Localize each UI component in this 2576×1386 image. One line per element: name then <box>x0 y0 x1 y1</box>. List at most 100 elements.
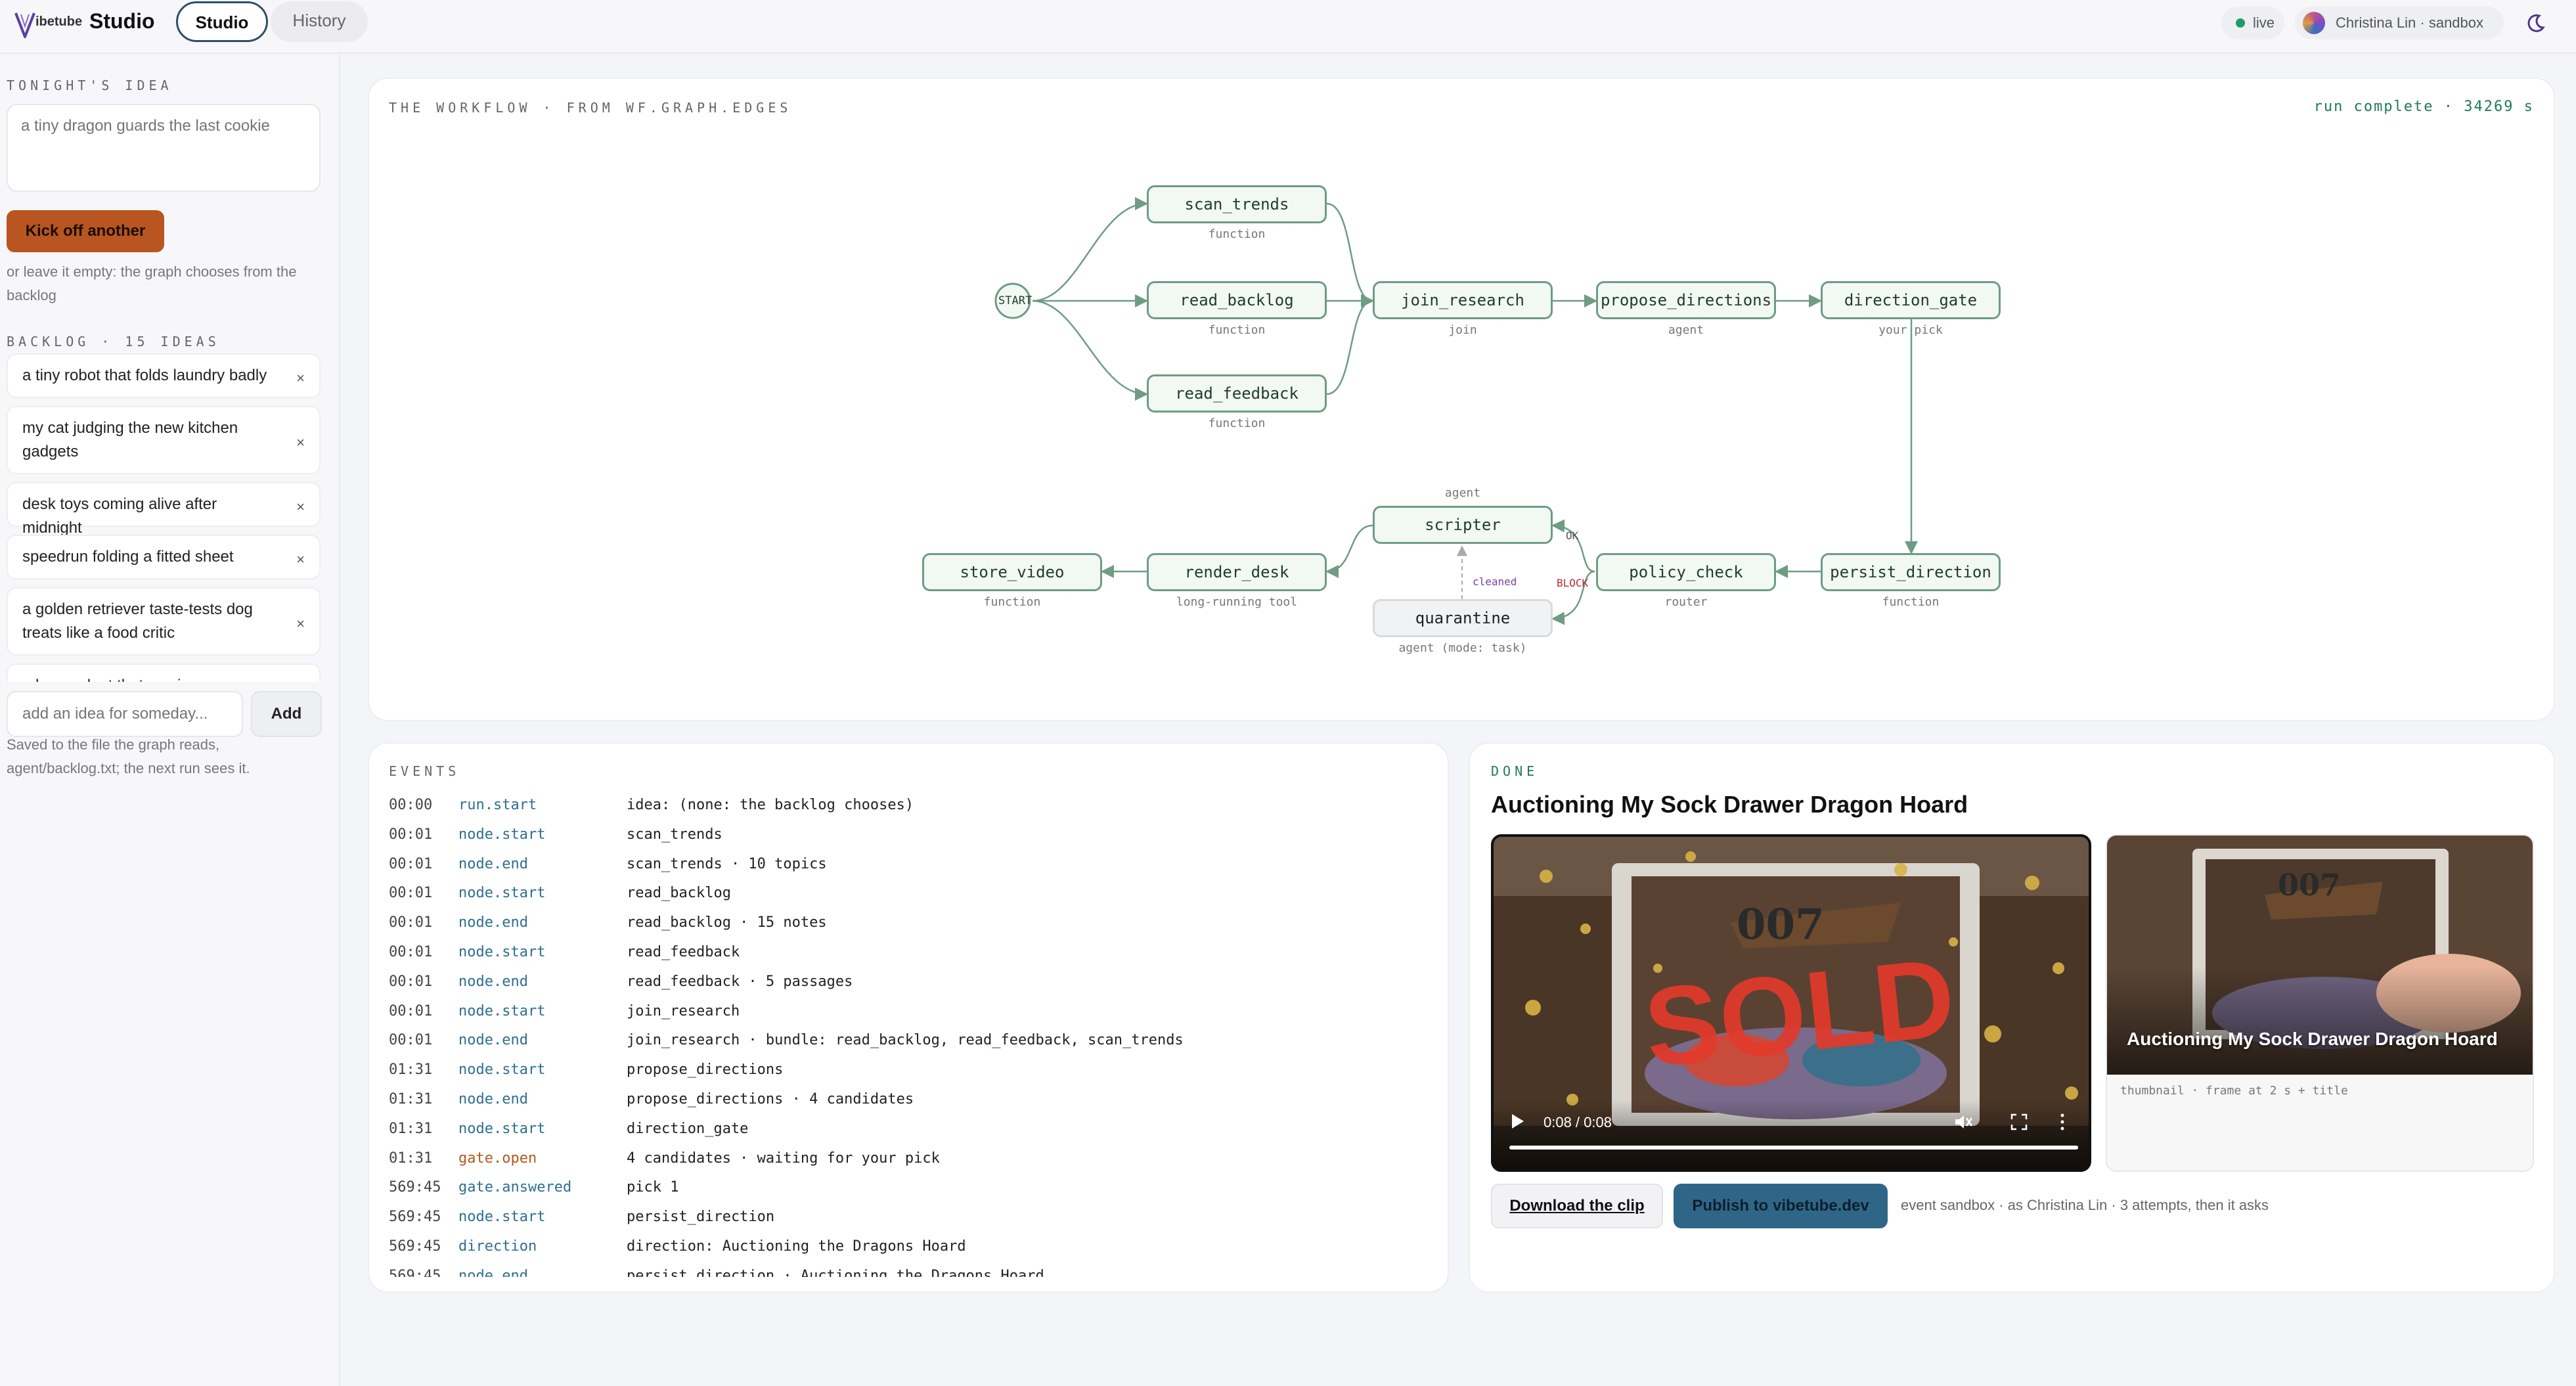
node-kind: long-running tool <box>1176 595 1298 609</box>
event-kind: node.start <box>458 1209 546 1226</box>
event-time: 00:01 <box>389 1002 433 1019</box>
event-kind: node.end <box>458 1267 528 1277</box>
node-join-research[interactable]: join_research <box>1373 281 1553 319</box>
event-time: 00:01 <box>389 885 433 902</box>
node-render-desk[interactable]: render_desk <box>1147 553 1327 591</box>
event-detail: persist_direction <box>627 1209 775 1226</box>
download-clip-button[interactable]: Download the clip <box>1491 1184 1663 1228</box>
publish-button[interactable]: Publish to vibetube.dev <box>1674 1184 1888 1228</box>
live-label: live <box>2253 14 2275 31</box>
node-store-video[interactable]: store_video <box>922 553 1102 591</box>
event-kind: node.end <box>458 1091 528 1107</box>
remove-idea-icon[interactable]: × <box>296 548 305 571</box>
event-detail: scan_trends <box>627 826 722 843</box>
node-kind: function <box>1882 595 1940 609</box>
backlog-item-text: a golden retriever taste-tests dog treat… <box>22 600 253 642</box>
done-label: DONE <box>1491 763 1539 779</box>
node-scan-trends[interactable]: scan_trends <box>1147 185 1327 223</box>
event-detail: pick 1 <box>627 1179 679 1196</box>
live-dot-icon <box>2236 18 2245 28</box>
event-time: 569:45 <box>389 1179 441 1196</box>
event-detail: persist_direction · Auctioning the Drago… <box>627 1267 1044 1277</box>
event-time: 569:45 <box>389 1238 441 1255</box>
event-detail: scan_trends · 10 topics <box>627 855 827 872</box>
event-kind: node.start <box>458 826 546 843</box>
node-kind: function <box>983 595 1041 609</box>
event-kind: node.end <box>458 914 528 931</box>
thumbnail-card[interactable]: 007 Auctioning My Sock Drawer Dragon Hoa… <box>2106 834 2534 1172</box>
edge-start-read-feedback <box>1032 300 1148 401</box>
backlog-item[interactable]: a tiny robot that folds laundry badly × <box>7 353 321 398</box>
event-time: 01:31 <box>389 1120 433 1137</box>
event-time: 00:01 <box>389 826 433 843</box>
backlog-item-text: a houseplant that survives <box>22 677 206 682</box>
edge-read-feedback-join <box>1326 294 1374 395</box>
logo-wordmark: ibetube <box>35 14 83 29</box>
node-kind: your pick <box>1878 323 1943 337</box>
event-detail: read_feedback <box>627 944 740 960</box>
more-options-icon[interactable] <box>2058 1113 2066 1131</box>
backlog-item-text: a tiny robot that folds laundry badly <box>22 367 267 384</box>
backlog-item[interactable]: speedrun folding a fitted sheet × <box>7 535 321 579</box>
add-idea-input[interactable] <box>7 691 243 737</box>
node-kind: router <box>1664 595 1708 609</box>
idea-section-label: TONIGHT'S IDEA <box>7 78 173 93</box>
event-kind: node.end <box>458 855 528 872</box>
edge-label-ok: OK <box>1566 529 1579 542</box>
node-quarantine[interactable]: quarantine <box>1373 599 1553 637</box>
event-kind: gate.open <box>458 1150 537 1167</box>
events-panel: EVENTS 00:00 run.start idea: (none: the ba… <box>368 742 1449 1293</box>
mute-icon[interactable] <box>1953 1113 1973 1131</box>
event-kind: node.start <box>458 944 546 960</box>
event-time: 01:31 <box>389 1150 433 1167</box>
node-propose-directions[interactable]: propose_directions <box>1596 281 1776 319</box>
event-detail: join_research · bundle: read_backlog, re… <box>627 1032 1184 1049</box>
sidebar: TONIGHT'S IDEA Kick off another or leave… <box>0 55 340 1386</box>
event-kind: node.start <box>458 1062 546 1079</box>
node-scripter[interactable]: scripter <box>1373 506 1553 544</box>
video-time: 0:08 / 0:08 <box>1543 1114 1612 1130</box>
dark-mode-moon-icon[interactable] <box>2520 7 2552 39</box>
backlog-item[interactable]: a houseplant that survives <box>7 663 321 682</box>
event-time: 00:01 <box>389 1032 433 1049</box>
fullscreen-icon[interactable] <box>2010 1113 2028 1131</box>
user-menu[interactable]: Christina Lin · sandbox <box>2295 7 2504 39</box>
remove-idea-icon[interactable]: × <box>296 495 305 519</box>
backlog-item[interactable]: a golden retriever taste-tests dog treat… <box>7 587 321 656</box>
saved-help: Saved to the file the graph reads, agent… <box>7 736 250 776</box>
user-label: Christina Lin · sandbox <box>2336 14 2484 31</box>
backlog-item[interactable]: desk toys coming alive after midnight × <box>7 482 321 537</box>
app-title: Studio <box>89 9 155 33</box>
node-read-backlog[interactable]: read_backlog <box>1147 281 1327 319</box>
event-kind: node.start <box>458 885 546 902</box>
event-kind: node.start <box>458 1002 546 1019</box>
video-progress-track[interactable] <box>1509 1146 2078 1150</box>
backlog-list[interactable]: a tiny robot that folds laundry badly × … <box>7 353 321 682</box>
events-list[interactable]: 00:00 run.start idea: (none: the backlog c… <box>389 791 1440 1277</box>
event-kind: node.start <box>458 1120 546 1137</box>
node-policy-check[interactable]: policy_check <box>1596 553 1776 591</box>
play-icon[interactable] <box>1509 1113 1525 1130</box>
tab-history[interactable]: History <box>271 1 368 42</box>
backlog-item[interactable]: my cat judging the new kitchen gadgets × <box>7 406 321 474</box>
event-time: 00:01 <box>389 914 433 931</box>
node-persist-direction[interactable]: persist_direction <box>1821 553 2001 591</box>
event-kind: run.start <box>458 797 537 813</box>
add-idea-button[interactable]: Add <box>251 691 322 737</box>
node-kind: join <box>1448 323 1477 337</box>
video-title: Auctioning My Sock Drawer Dragon Hoard <box>1491 791 1968 818</box>
event-detail: propose_directions <box>627 1062 784 1079</box>
events-label: EVENTS <box>389 763 460 779</box>
video-player[interactable]: 007 SOLD 0:08 / 0:08 <box>1491 834 2091 1172</box>
tab-studio[interactable]: Studio <box>176 1 268 42</box>
idea-input[interactable] <box>7 104 321 192</box>
remove-idea-icon[interactable]: × <box>296 431 305 455</box>
remove-idea-icon[interactable]: × <box>296 367 305 390</box>
node-direction-gate[interactable]: direction_gate <box>1821 281 2001 319</box>
remove-idea-icon[interactable]: × <box>296 612 305 636</box>
publish-note: event sandbox · as Christina Lin · 3 att… <box>1901 1197 2269 1213</box>
node-read-feedback[interactable]: read_feedback <box>1147 374 1327 413</box>
thumbnail-title: Auctioning My Sock Drawer Dragon Hoard <box>2127 1029 2498 1049</box>
kick-off-button[interactable]: Kick off another <box>7 210 164 252</box>
event-detail: read_backlog <box>627 885 731 902</box>
